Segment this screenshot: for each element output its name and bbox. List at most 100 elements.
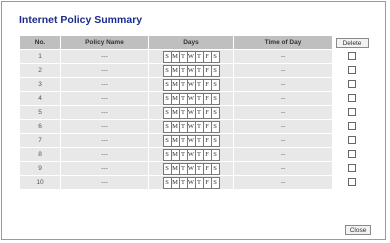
days-cell: SMTWTFS (149, 148, 233, 161)
day-box: S (210, 148, 220, 161)
day-boxes: SMTWTFS (162, 162, 220, 175)
days-cell: SMTWTFS (149, 92, 233, 105)
policy-name-cell: --- (61, 162, 148, 175)
row-number: 7 (20, 134, 60, 147)
table-row: 5 --- S M T W T F S -- (20, 106, 371, 119)
policy-name-cell: --- (61, 148, 148, 161)
time-of-day-cell: -- (234, 50, 332, 63)
day-boxes: SMTWTFS (162, 92, 220, 105)
col-header-policy-name: Policy Name (61, 36, 148, 49)
time-of-day-cell: -- (234, 92, 332, 105)
delete-checkbox-cell (333, 50, 371, 63)
day-box: S (210, 92, 220, 105)
row-number: 3 (20, 78, 60, 91)
day-boxes: SMTWTFS (162, 50, 220, 63)
day-boxes: SMTWTFS (162, 106, 220, 119)
policy-name-cell: --- (61, 134, 148, 147)
time-of-day-cell: -- (234, 120, 332, 133)
row-number: 1 (20, 50, 60, 63)
delete-checkbox[interactable] (348, 177, 356, 186)
day-box: S (210, 50, 220, 63)
delete-checkbox-cell (333, 134, 371, 147)
days-cell: SMTWTFS (149, 50, 233, 63)
policy-name-cell: --- (61, 106, 148, 119)
delete-checkbox[interactable] (348, 121, 356, 130)
row-number: 6 (20, 120, 60, 133)
days-cell: SMTWTFS (149, 162, 233, 175)
day-box: S (210, 64, 220, 77)
day-boxes: SMTWTFS (162, 78, 220, 91)
col-header-no: No. (20, 36, 60, 49)
delete-checkbox-cell (333, 64, 371, 77)
days-cell: SMTWTFS (149, 106, 233, 119)
table-row: 3 --- S M T W T F S -- (20, 78, 371, 91)
row-number: 4 (20, 92, 60, 105)
delete-checkbox[interactable] (348, 163, 356, 172)
time-of-day-cell: -- (234, 64, 332, 77)
day-boxes: SMTWTFS (162, 120, 220, 133)
delete-checkbox-cell (333, 78, 371, 91)
delete-checkbox-cell (333, 106, 371, 119)
delete-checkbox-cell (333, 162, 371, 175)
delete-button[interactable]: Delete (335, 37, 369, 48)
table-row: 10 --- S M T W T F S -- (20, 176, 371, 189)
policy-name-cell: --- (61, 50, 148, 63)
policy-name-cell: --- (61, 64, 148, 77)
delete-checkbox[interactable] (348, 135, 356, 144)
day-box: S (210, 162, 220, 175)
days-cell: SMTWTFS (149, 120, 233, 133)
policy-name-cell: --- (61, 92, 148, 105)
policy-table: No. Policy Name Days Time of Day Delete … (19, 35, 372, 190)
table-row: 1 --- S M T W T F S -- (20, 50, 371, 63)
time-of-day-cell: -- (234, 106, 332, 119)
delete-checkbox-cell (333, 120, 371, 133)
table-row: 9 --- S M T W T F S -- (20, 162, 371, 175)
day-boxes: SMTWTFS (162, 176, 220, 189)
policy-name-cell: --- (61, 120, 148, 133)
day-box: S (210, 176, 220, 189)
table-header-row: No. Policy Name Days Time of Day Delete (20, 36, 371, 49)
row-number: 2 (20, 64, 60, 77)
day-box: S (210, 120, 220, 133)
delete-checkbox[interactable] (348, 79, 356, 88)
delete-header-cell: Delete (333, 36, 371, 49)
table-row: 7 --- S M T W T F S -- (20, 134, 371, 147)
delete-checkbox[interactable] (348, 149, 356, 158)
days-cell: SMTWTFS (149, 78, 233, 91)
delete-checkbox-cell (333, 148, 371, 161)
delete-checkbox[interactable] (348, 51, 356, 60)
policy-name-cell: --- (61, 78, 148, 91)
row-number: 10 (20, 176, 60, 189)
table-row: 4 --- S M T W T F S -- (20, 92, 371, 105)
day-boxes: SMTWTFS (162, 134, 220, 147)
days-cell: SMTWTFS (149, 134, 233, 147)
days-cell: SMTWTFS (149, 176, 233, 189)
days-cell: SMTWTFS (149, 64, 233, 77)
close-button[interactable]: Close (345, 225, 371, 235)
delete-checkbox-cell (333, 176, 371, 189)
row-number: 9 (20, 162, 60, 175)
table-row: 2 --- S M T W T F S -- (20, 64, 371, 77)
day-boxes: SMTWTFS (162, 148, 220, 161)
table-row: 8 --- S M T W T F S -- (20, 148, 371, 161)
delete-checkbox-cell (333, 92, 371, 105)
time-of-day-cell: -- (234, 148, 332, 161)
delete-checkbox[interactable] (348, 93, 356, 102)
row-number: 5 (20, 106, 60, 119)
page-title: Internet Policy Summary (19, 14, 143, 26)
day-box: S (210, 78, 220, 91)
time-of-day-cell: -- (234, 134, 332, 147)
day-box: S (210, 106, 220, 119)
row-number: 8 (20, 148, 60, 161)
time-of-day-cell: -- (234, 78, 332, 91)
delete-checkbox[interactable] (348, 65, 356, 74)
delete-checkbox[interactable] (348, 107, 356, 116)
day-boxes: SMTWTFS (162, 64, 220, 77)
col-header-time-of-day: Time of Day (234, 36, 332, 49)
time-of-day-cell: -- (234, 176, 332, 189)
time-of-day-cell: -- (234, 162, 332, 175)
day-box: S (210, 134, 220, 147)
policy-name-cell: --- (61, 176, 148, 189)
col-header-days: Days (149, 36, 233, 49)
table-row: 6 --- S M T W T F S -- (20, 120, 371, 133)
